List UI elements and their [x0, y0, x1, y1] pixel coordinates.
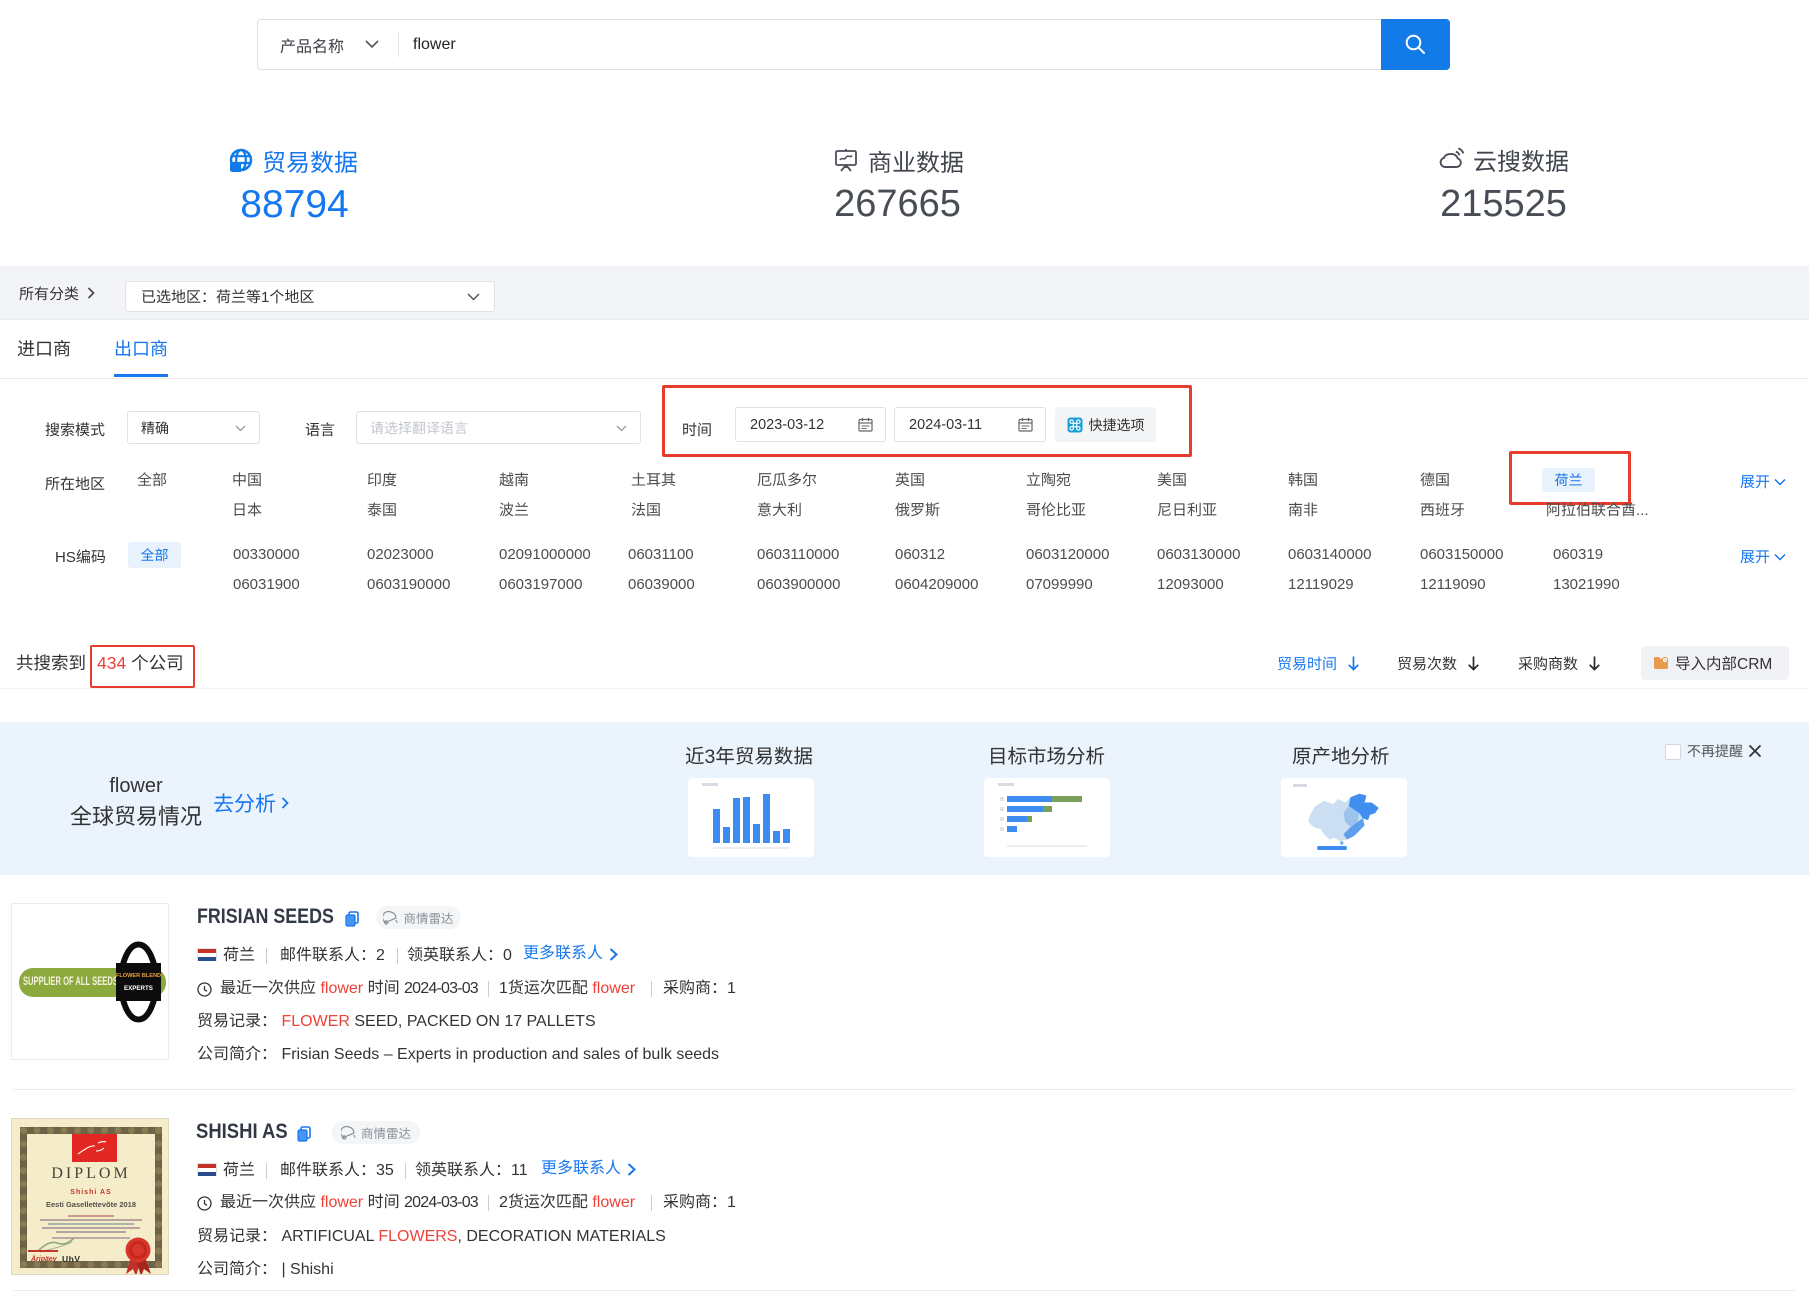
- svg-text:FLOWER BLEND: FLOWER BLEND: [116, 973, 161, 979]
- svg-text:EXPERTS: EXPERTS: [124, 985, 153, 992]
